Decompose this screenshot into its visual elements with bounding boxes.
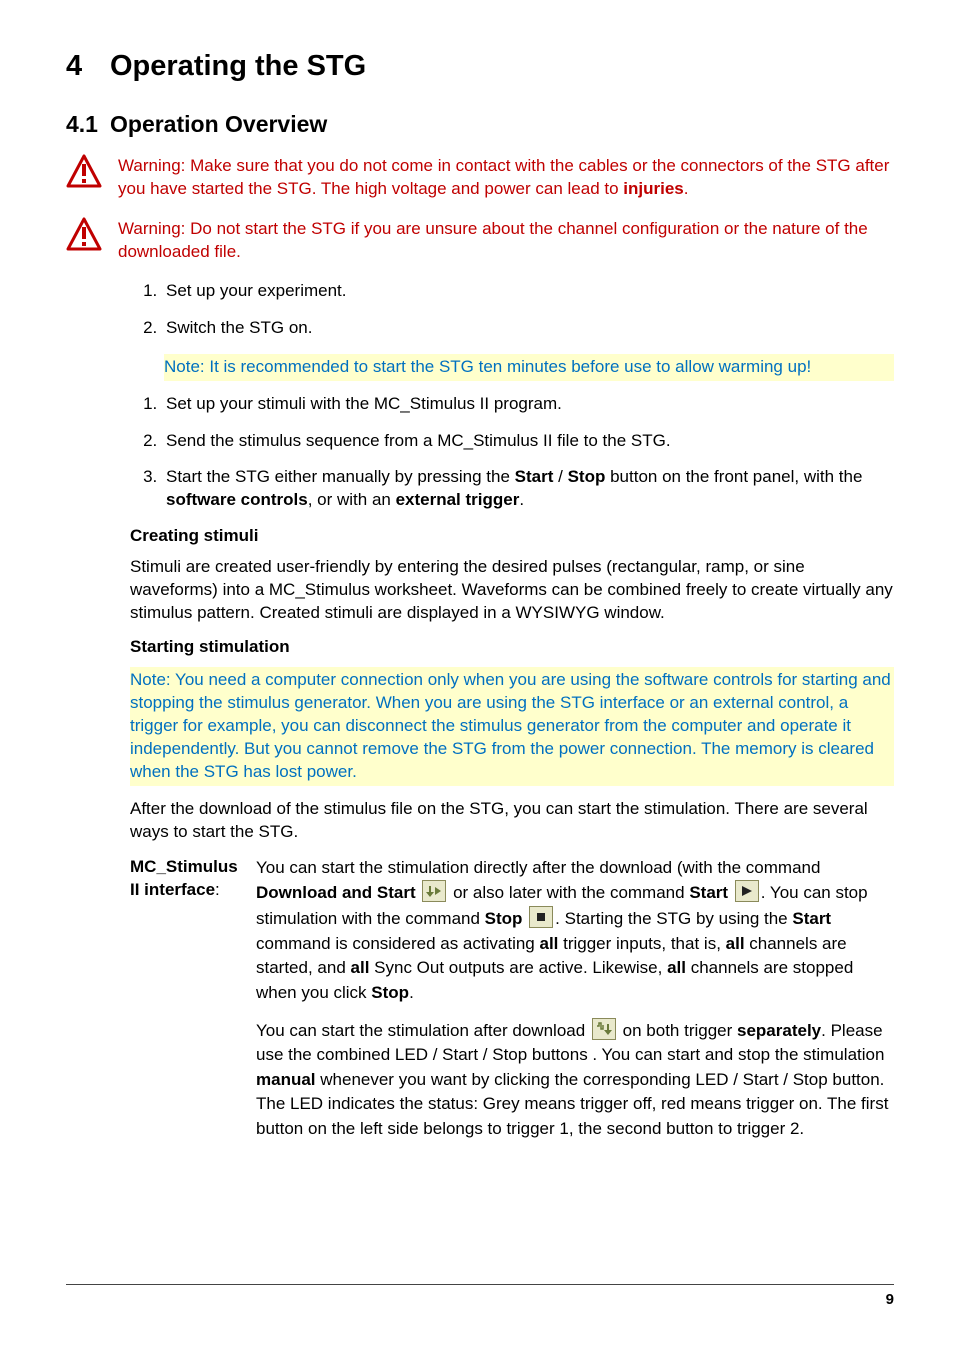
- warning-row: Warning: Make sure that you do not come …: [66, 154, 894, 201]
- bold-text: Stop: [568, 467, 606, 486]
- download-pulse-icon: [592, 1018, 616, 1040]
- text: Sync Out outputs are active. Likewise,: [369, 958, 667, 977]
- warning-triangle-icon: [66, 154, 102, 188]
- bold-text: all: [726, 934, 745, 953]
- label-colon: :: [215, 880, 220, 899]
- label-line1: MC_Stimulus: [130, 857, 238, 876]
- warning-prefix: Warning: Do not start the STG if you are…: [118, 219, 868, 261]
- warning-suffix: .: [684, 179, 689, 198]
- text: , or with an: [308, 490, 396, 509]
- interface-body: You can start the stimulation directly a…: [256, 856, 894, 1154]
- text: /: [553, 467, 567, 486]
- bold-text: external trigger: [396, 490, 520, 509]
- warning-text: Warning: Make sure that you do not come …: [118, 154, 894, 201]
- text: .: [519, 490, 524, 509]
- bold-text: Start: [515, 467, 554, 486]
- chapter-heading: 4Operating the STG: [66, 50, 894, 83]
- chapter-title: Operating the STG: [110, 50, 366, 82]
- bold-text: Start: [792, 909, 831, 928]
- page-footer: 9: [66, 1284, 894, 1308]
- bold-text: Start: [689, 883, 728, 902]
- bold-text: Download and Start: [256, 883, 416, 902]
- bold-text: all: [667, 958, 686, 977]
- note-warmup: Note: It is recommended to start the STG…: [164, 354, 894, 381]
- page-number: 9: [886, 1291, 894, 1308]
- list-item: Start the STG either manually by pressin…: [162, 466, 894, 512]
- text: button on the front panel, with the: [605, 467, 862, 486]
- text: .: [409, 983, 414, 1002]
- start-play-icon: [735, 880, 759, 902]
- bold-text: Stop: [485, 909, 523, 928]
- bold-text: separately: [737, 1021, 821, 1040]
- body-paragraph: Stimuli are created user-friendly by ent…: [130, 556, 894, 625]
- label-line2: II interface: [130, 880, 215, 899]
- list-item: Set up your stimuli with the MC_Stimulus…: [162, 393, 894, 416]
- text: on both trigger: [623, 1021, 737, 1040]
- bold-text: software controls: [166, 490, 308, 509]
- interface-paragraph: You can start the stimulation directly a…: [256, 856, 894, 1006]
- text: or also later with the command: [453, 883, 689, 902]
- text: You can start the stimulation directly a…: [256, 858, 820, 877]
- text: . Starting the STG by using the: [555, 909, 792, 928]
- chapter-number: 4: [66, 50, 110, 83]
- text: command is considered as activating: [256, 934, 539, 953]
- subheading-creating-stimuli: Creating stimuli: [130, 526, 894, 546]
- section-heading: 4.1Operation Overview: [66, 111, 894, 138]
- text: Start the STG either manually by pressin…: [166, 467, 515, 486]
- section-number: 4.1: [66, 111, 110, 138]
- bold-text: all: [351, 958, 370, 977]
- stop-square-icon: [529, 906, 553, 928]
- bold-text: manual: [256, 1070, 316, 1089]
- bold-text: Stop: [371, 983, 409, 1002]
- interface-block: MC_Stimulus II interface: You can start …: [130, 856, 894, 1154]
- body-paragraph: After the download of the stimulus file …: [130, 798, 894, 844]
- warning-prefix: Warning: Make sure that you do not come …: [118, 156, 889, 198]
- interface-paragraph: You can start the stimulation after down…: [256, 1018, 894, 1142]
- list-item: Switch the STG on.: [162, 317, 894, 340]
- download-start-icon: [422, 880, 446, 902]
- warning-row: Warning: Do not start the STG if you are…: [66, 217, 894, 264]
- list-item: Set up your experiment.: [162, 280, 894, 303]
- section-title: Operation Overview: [110, 111, 327, 137]
- text: whenever you want by clicking the corres…: [256, 1070, 888, 1138]
- warning-triangle-icon: [66, 217, 102, 251]
- warning-text: Warning: Do not start the STG if you are…: [118, 217, 894, 264]
- subheading-starting-stimulation: Starting stimulation: [130, 637, 894, 657]
- warning-bold: injuries: [623, 179, 683, 198]
- interface-label: MC_Stimulus II interface:: [130, 856, 246, 902]
- steps-list-b: Set up your stimuli with the MC_Stimulus…: [130, 393, 894, 513]
- note-starting: Note: You need a computer connection onl…: [130, 667, 894, 786]
- text: You can start the stimulation after down…: [256, 1021, 590, 1040]
- text: trigger inputs, that is,: [558, 934, 725, 953]
- list-item: Send the stimulus sequence from a MC_Sti…: [162, 430, 894, 453]
- steps-list-a: Set up your experiment. Switch the STG o…: [130, 280, 894, 340]
- bold-text: all: [539, 934, 558, 953]
